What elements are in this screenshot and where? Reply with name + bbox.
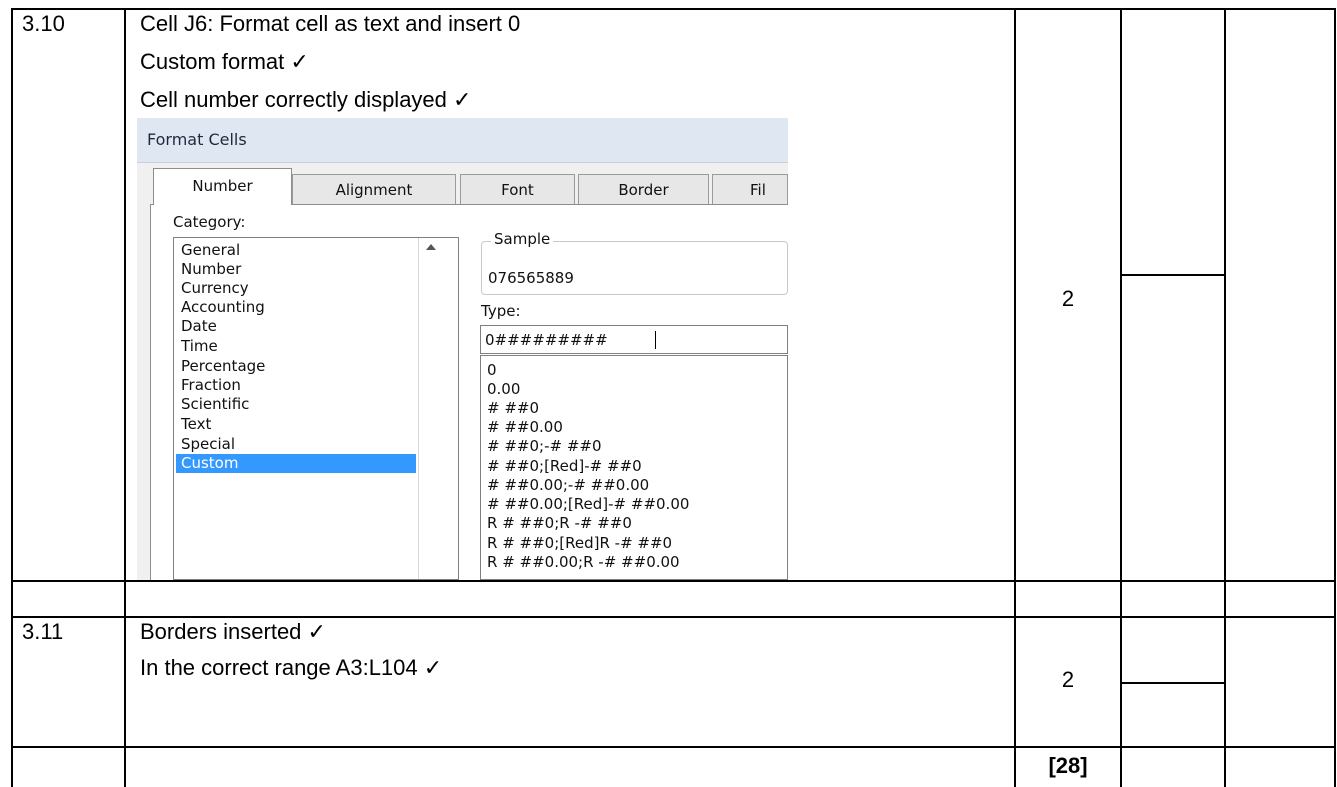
type-label: Type: — [481, 302, 521, 320]
memo-line: Cell number correctly displayed ✓ — [140, 87, 472, 112]
total-marks: [28] — [1048, 753, 1088, 778]
scroll-up-icon[interactable] — [426, 244, 436, 250]
marks-value: 2 — [1061, 667, 1075, 692]
tab-border[interactable]: Border — [578, 174, 709, 205]
memo-line: Borders inserted ✓ — [140, 619, 326, 644]
type-item[interactable]: # ##0 — [487, 399, 539, 418]
text-caret — [655, 331, 656, 349]
memo-line: Cell J6: Format cell as text and insert … — [140, 11, 521, 36]
type-item[interactable]: R # ##0.00;R -# ##0.00 — [487, 553, 680, 572]
memo-line: In the correct range A3:L104 ✓ — [140, 655, 443, 680]
type-item[interactable]: # ##0.00;[Red]-# ##0.00 — [487, 495, 689, 514]
type-item[interactable]: # ##0;[Red]-# ##0 — [487, 457, 642, 476]
type-list[interactable]: 0 0.00 # ##0 # ##0.00 # ##0;-# ##0 # ##0… — [480, 355, 788, 580]
tab-number[interactable]: Number — [153, 168, 292, 205]
col-line-3 — [1120, 8, 1122, 787]
split-line-1 — [1121, 274, 1225, 276]
category-item[interactable]: Date — [176, 317, 416, 336]
question-number: 3.10 — [22, 11, 65, 36]
split-line-2 — [1121, 682, 1225, 684]
list-scrollbar[interactable] — [418, 238, 419, 579]
type-item[interactable]: 0 — [487, 361, 497, 380]
category-item[interactable]: General — [176, 241, 416, 260]
type-item[interactable]: 0.00 — [487, 380, 520, 399]
type-item[interactable]: R # ##0;R -# ##0 — [487, 514, 632, 533]
category-item[interactable]: Text — [176, 415, 416, 434]
category-item[interactable]: Fraction — [176, 376, 416, 395]
tab-alignment[interactable]: Alignment — [292, 174, 456, 205]
col-line-4 — [1224, 8, 1226, 787]
category-item[interactable]: Accounting — [176, 298, 416, 317]
category-label: Category: — [173, 213, 246, 231]
row-line-3 — [11, 746, 1336, 748]
category-item[interactable]: Currency — [176, 279, 416, 298]
type-item[interactable]: # ##0;-# ##0 — [487, 437, 602, 456]
tab-fill[interactable]: Fil — [712, 174, 788, 205]
tab-font[interactable]: Font — [460, 174, 575, 205]
dialog-title: Format Cells — [147, 130, 247, 149]
sample-value: 076565889 — [488, 269, 574, 287]
type-item[interactable]: # ##0.00 — [487, 418, 563, 437]
category-item[interactable]: Special — [176, 435, 416, 454]
category-item[interactable]: Time — [176, 337, 416, 356]
category-item-selected[interactable]: Custom — [176, 454, 416, 473]
dialog-title-bar: Format Cells — [137, 118, 788, 163]
col-line-0 — [11, 8, 13, 787]
category-item[interactable]: Number — [176, 260, 416, 279]
type-item[interactable]: # ##0.00;-# ##0.00 — [487, 476, 649, 495]
sample-label: Sample — [491, 230, 554, 248]
row-line-under-dialog — [11, 580, 1336, 582]
type-input[interactable] — [480, 325, 788, 354]
question-number: 3.11 — [22, 619, 64, 644]
type-item[interactable]: R # ##0;[Red]R -# ##0 — [487, 534, 672, 553]
col-line-5 — [1334, 8, 1336, 787]
category-item[interactable]: Percentage — [176, 357, 416, 376]
category-item[interactable]: Scientific — [176, 395, 416, 414]
memo-line: Custom format ✓ — [140, 49, 309, 74]
category-list[interactable]: General Number Currency Accounting Date … — [173, 237, 459, 580]
marks-value: 2 — [1061, 286, 1075, 311]
col-line-1 — [124, 8, 126, 787]
